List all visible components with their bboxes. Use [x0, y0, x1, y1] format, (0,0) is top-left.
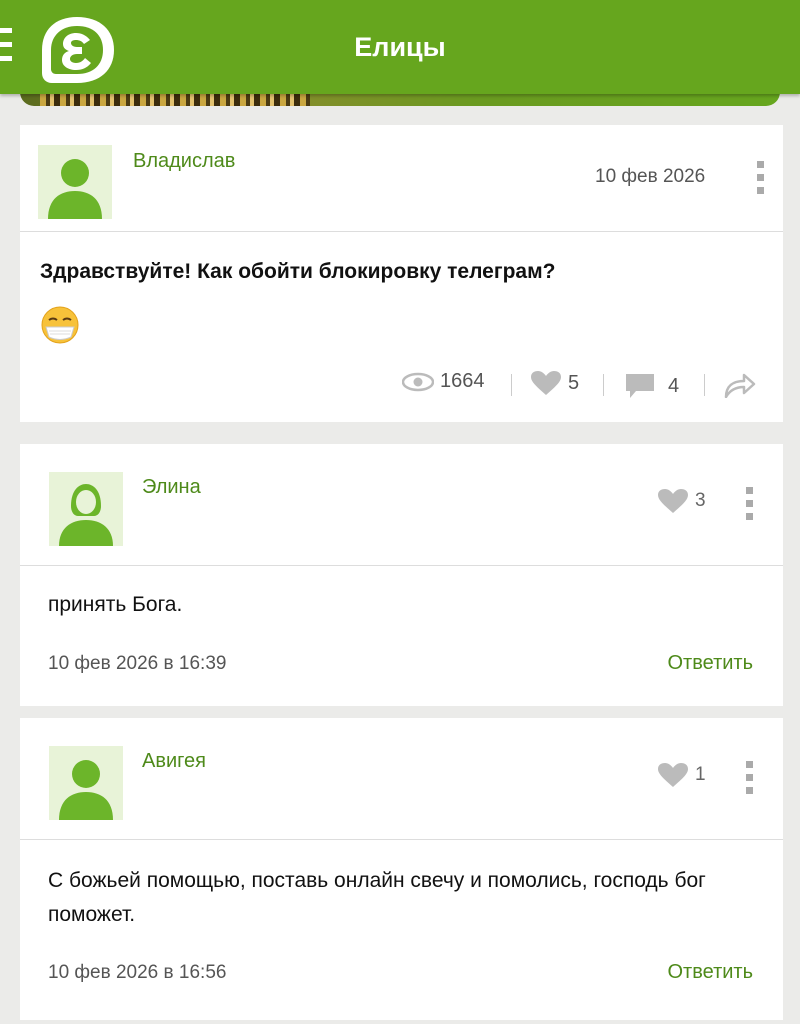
divider	[20, 839, 783, 840]
post-author[interactable]: Владислав	[133, 150, 235, 173]
reply-button[interactable]: Ответить	[668, 961, 754, 984]
likes-count: 1	[695, 764, 706, 785]
views-stat: 1664	[402, 370, 485, 393]
divider	[511, 374, 512, 396]
comment-author[interactable]: Авигея	[142, 750, 206, 773]
reply-button[interactable]: Ответить	[668, 652, 754, 675]
avatar[interactable]	[38, 145, 112, 219]
likes-stat[interactable]: 5	[530, 370, 579, 396]
comment-likes[interactable]: 1	[657, 762, 706, 788]
heart-icon[interactable]	[657, 762, 689, 788]
more-options-icon[interactable]	[746, 761, 754, 800]
heart-icon[interactable]	[657, 488, 689, 514]
comment-date: 10 фев 2026 в 16:56	[48, 962, 227, 983]
divider	[704, 374, 705, 396]
likes-count: 5	[568, 371, 580, 394]
post-text: Здравствуйте! Как обойти блокировку теле…	[40, 260, 556, 283]
comment-icon[interactable]	[624, 372, 656, 400]
heart-icon[interactable]	[530, 370, 562, 396]
views-count: 1664	[440, 370, 485, 392]
more-options-icon[interactable]	[746, 487, 754, 526]
comment-date: 10 фев 2026 в 16:39	[48, 653, 227, 674]
more-options-icon[interactable]	[757, 161, 765, 200]
divider	[20, 231, 783, 232]
comment-likes[interactable]: 3	[657, 488, 706, 514]
avatar[interactable]	[49, 472, 123, 546]
comment-author[interactable]: Элина	[142, 476, 201, 499]
face-with-medical-mask-icon	[40, 305, 80, 345]
divider	[20, 565, 783, 566]
page-title: Елицы	[354, 32, 446, 62]
comment-text: С божьей помощью, поставь онлайн свечу и…	[48, 869, 706, 926]
post-card: Владислав 10 фев 2026 Здравствуйте! Как …	[20, 125, 783, 422]
comment-card: Авигея 1 С божьей помощью, поставь онлай…	[20, 718, 783, 1020]
divider	[603, 374, 604, 396]
comment-card: Элина 3 принять Бога. 10 фев 2026 в 16:3…	[20, 444, 783, 706]
share-icon[interactable]	[722, 372, 756, 398]
app-header: Елицы	[0, 0, 800, 94]
eye-icon	[402, 372, 434, 391]
likes-count: 3	[695, 490, 706, 511]
post-stats-bar: 1664 5 4	[20, 366, 783, 406]
share-button[interactable]	[722, 372, 756, 398]
comments-stat[interactable]: 4	[624, 372, 679, 400]
comment-text: принять Бога.	[48, 593, 183, 616]
post-date: 10 фев 2026	[595, 166, 706, 187]
avatar[interactable]	[49, 746, 123, 820]
comments-count: 4	[668, 374, 680, 397]
banner-decoration	[40, 92, 310, 106]
